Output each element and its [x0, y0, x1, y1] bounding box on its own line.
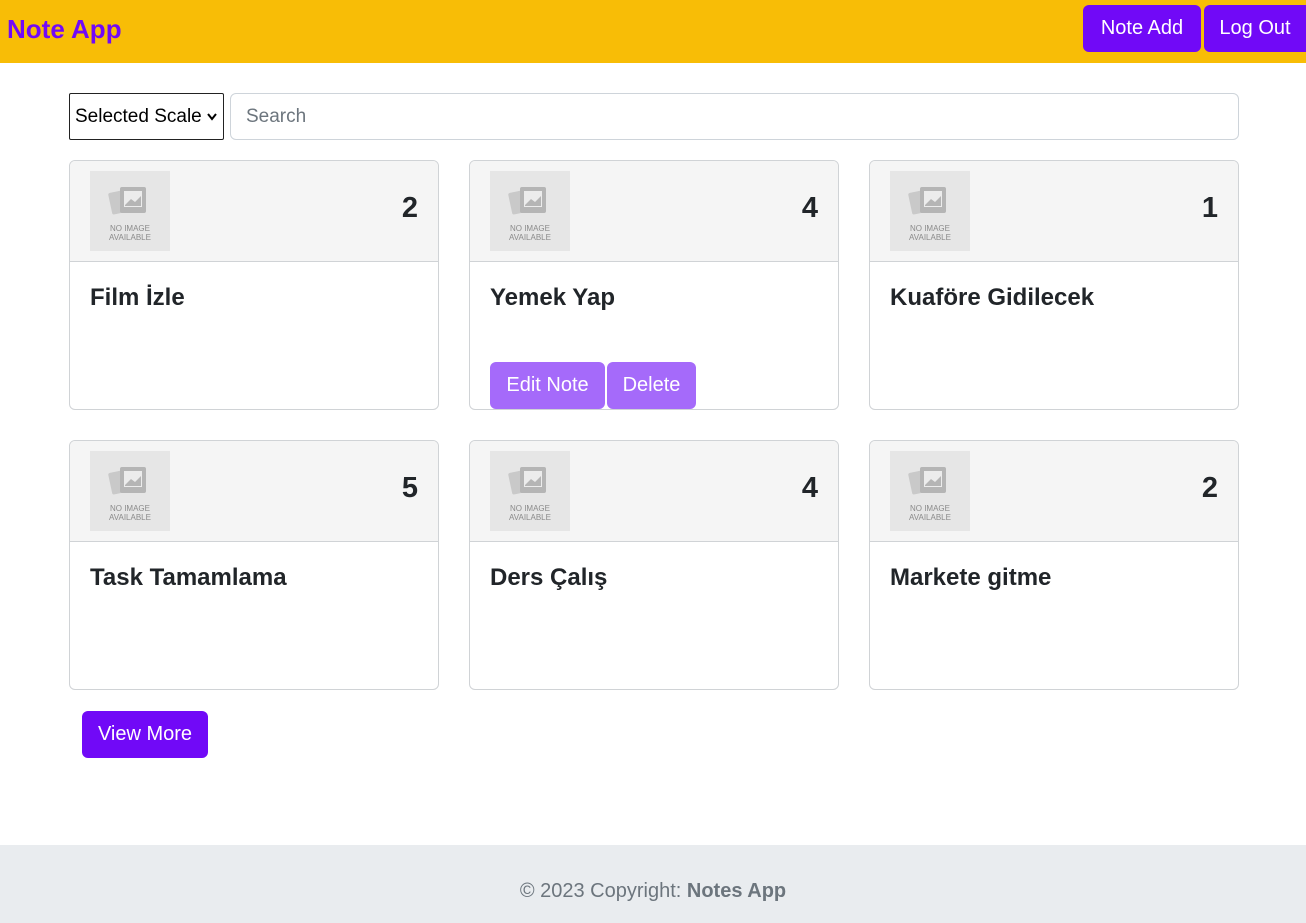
navbar: Note App Note Add Log Out	[0, 0, 1306, 63]
footer: © 2023 Copyright: Notes App	[0, 845, 1306, 923]
note-add-button[interactable]: Note Add	[1083, 5, 1201, 52]
search-input[interactable]	[230, 93, 1239, 140]
note-scale: 1	[1201, 192, 1218, 224]
no-image-text: NO IMAGE	[909, 224, 950, 233]
scale-select[interactable]: Selected Scale	[69, 93, 224, 140]
no-image-icon: NO IMAGE AVAILABLE	[890, 171, 970, 251]
copyright-text: © 2023 Copyright:	[519, 880, 682, 902]
brand-title[interactable]: Note App	[7, 13, 122, 45]
no-image-icon: NO IMAGE AVAILABLE	[490, 171, 570, 251]
note-card: NO IMAGE AVAILABLE 5 Task Tamamlama	[69, 440, 439, 690]
card-header: NO IMAGE AVAILABLE 5	[70, 441, 438, 542]
card-header: NO IMAGE AVAILABLE 2	[870, 441, 1238, 542]
note-title: Ders Çalış	[490, 564, 608, 591]
note-title: Kuaföre Gidilecek	[890, 284, 1095, 311]
note-title: Film İzle	[90, 284, 185, 311]
footer-app-name: Notes App	[686, 880, 787, 902]
logout-button[interactable]: Log Out	[1204, 5, 1306, 52]
no-image-icon: NO IMAGE AVAILABLE	[890, 451, 970, 531]
note-scale: 5	[401, 472, 418, 504]
view-more-button[interactable]: View More	[82, 711, 208, 758]
card-header: NO IMAGE AVAILABLE 4	[470, 161, 838, 262]
available-text: AVAILABLE	[909, 233, 951, 242]
available-text: AVAILABLE	[909, 513, 951, 522]
note-card: NO IMAGE AVAILABLE 2 Film İzle	[69, 160, 439, 410]
note-card: NO IMAGE AVAILABLE 1 Kuaföre Gidilecek	[869, 160, 1239, 410]
no-image-text: NO IMAGE	[109, 224, 150, 233]
no-image-icon: NO IMAGE AVAILABLE	[90, 171, 170, 251]
no-image-icon: NO IMAGE AVAILABLE	[490, 451, 570, 531]
card-header: NO IMAGE AVAILABLE 4	[470, 441, 838, 542]
available-text: AVAILABLE	[509, 513, 551, 522]
no-image-text: NO IMAGE	[509, 224, 550, 233]
no-image-text: NO IMAGE	[509, 504, 550, 513]
available-text: AVAILABLE	[109, 513, 151, 522]
note-title: Task Tamamlama	[90, 564, 287, 591]
chevron-down-icon	[206, 94, 218, 157]
available-text: AVAILABLE	[509, 233, 551, 242]
note-scale: 2	[1201, 472, 1218, 504]
card-header: NO IMAGE AVAILABLE 2	[70, 161, 438, 262]
no-image-text: NO IMAGE	[109, 504, 150, 513]
note-card: NO IMAGE AVAILABLE 4 Ders Çalış	[469, 440, 839, 690]
note-card: NO IMAGE AVAILABLE 4 Yemek Yap Edit Note …	[469, 160, 839, 410]
available-text: AVAILABLE	[109, 233, 151, 242]
card-header: NO IMAGE AVAILABLE 1	[870, 161, 1238, 262]
scale-select-value: Selected Scale	[75, 106, 202, 127]
delete-note-button[interactable]: Delete	[607, 362, 696, 409]
edit-note-button[interactable]: Edit Note	[490, 362, 605, 409]
no-image-icon: NO IMAGE AVAILABLE	[90, 451, 170, 531]
note-scale: 2	[401, 192, 418, 224]
note-title: Markete gitme	[890, 564, 1052, 591]
no-image-text: NO IMAGE	[909, 504, 950, 513]
note-scale: 4	[801, 192, 818, 224]
note-card: NO IMAGE AVAILABLE 2 Markete gitme	[869, 440, 1239, 690]
note-title: Yemek Yap	[490, 284, 615, 311]
note-scale: 4	[801, 472, 818, 504]
